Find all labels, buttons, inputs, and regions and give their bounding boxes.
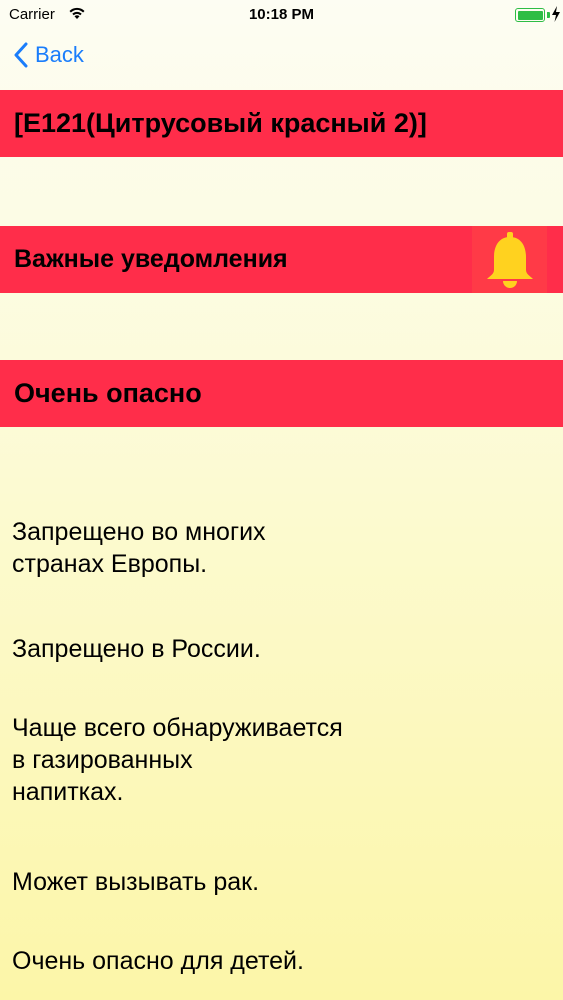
fact-line: Может вызывать рак. bbox=[12, 868, 260, 896]
fact-item: Запрещено во многих странах Европы. bbox=[12, 516, 552, 580]
notifications-bell-button[interactable] bbox=[472, 226, 547, 293]
additive-title: [E121(Цитрусовый красный 2)] bbox=[14, 108, 427, 138]
fact-line: Очень опасно для детей. bbox=[12, 947, 304, 975]
fact-item: Очень опасно для детей. bbox=[12, 945, 552, 977]
charging-icon bbox=[552, 6, 560, 22]
fact-line: в газированных bbox=[12, 746, 193, 774]
battery-icon bbox=[515, 8, 545, 22]
fact-line: странах Европы. bbox=[12, 550, 208, 578]
back-button[interactable]: Back bbox=[14, 42, 84, 68]
danger-level-banner: Очень опасно bbox=[0, 360, 563, 427]
navigation-bar: Back bbox=[0, 30, 563, 86]
chevron-left-icon bbox=[14, 42, 28, 68]
fact-item: Может вызывать рак. bbox=[12, 866, 552, 898]
battery-tip bbox=[547, 12, 550, 18]
fact-item: Запрещено в России. bbox=[12, 633, 552, 665]
notifications-banner[interactable]: Важные уведомления bbox=[0, 226, 563, 293]
clock: 10:18 PM bbox=[248, 6, 315, 23]
additive-title-banner: [E121(Цитрусовый красный 2)] bbox=[0, 90, 563, 157]
fact-line: Запрещено в России. bbox=[12, 635, 261, 663]
bell-icon bbox=[486, 231, 533, 288]
fact-item: Чаще всего обнаруживается в газированных… bbox=[12, 712, 552, 808]
fact-line: Запрещено во многих bbox=[12, 518, 266, 546]
notifications-label: Важные уведомления bbox=[14, 245, 288, 273]
fact-line: напитках. bbox=[12, 778, 124, 806]
status-bar: Carrier 10:18 PM bbox=[0, 0, 563, 30]
back-label: Back bbox=[35, 42, 84, 67]
danger-level-label: Очень опасно bbox=[14, 378, 202, 408]
fact-line: Чаще всего обнаруживается bbox=[12, 714, 343, 742]
